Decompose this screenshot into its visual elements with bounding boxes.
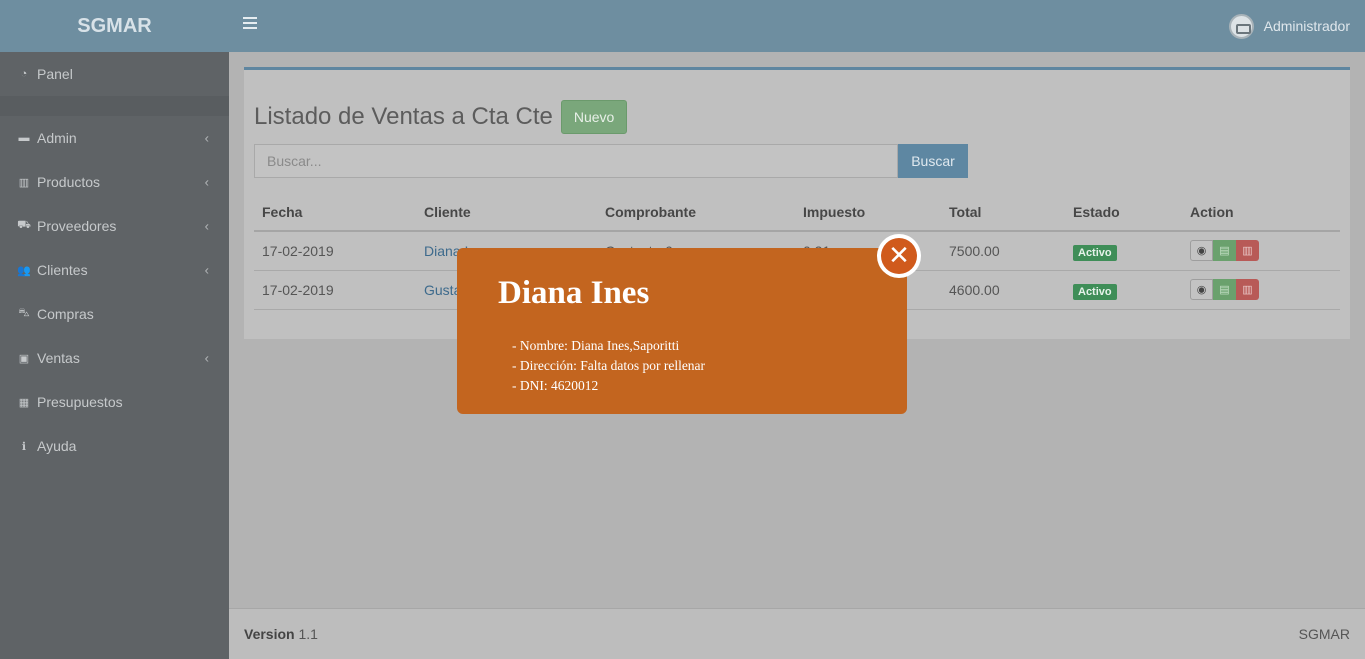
sidebar-item-compras[interactable]: ⛍ Compras	[0, 292, 229, 336]
detail-nombre: - Nombre: Diana Ines,Saporitti	[512, 338, 680, 353]
version-label: Version	[244, 626, 295, 642]
file-pdf-icon: ▤	[1219, 284, 1230, 296]
column-header[interactable]: Comprobante	[597, 194, 795, 232]
page-title: Listado de Ventas a Cta Cte	[254, 103, 553, 130]
delete-button[interactable]: ▥	[1236, 240, 1259, 262]
users-icon: 👥	[17, 264, 31, 277]
sidebar-item-label: Admin	[37, 130, 77, 146]
column-header[interactable]: Fecha	[254, 194, 416, 232]
sidebar-item-label: Panel	[37, 66, 73, 82]
search-button[interactable]: Buscar	[898, 144, 968, 178]
menu-toggle-icon[interactable]	[243, 17, 257, 31]
sidebar: SGMAR ◔ Panel ▬ Admin ‹ ▥ Productos ‹ ⛟ …	[0, 0, 229, 659]
file-pdf-icon: ▤	[1219, 245, 1230, 258]
cell-fecha: 17-02-2019	[254, 231, 416, 271]
cell-fecha: 17-02-2019	[254, 270, 416, 310]
column-header[interactable]: Estado	[1065, 194, 1182, 232]
sidebar-item-presupuestos[interactable]: ▦ Presupuestos	[0, 380, 229, 424]
app-logo[interactable]: SGMAR	[0, 0, 229, 52]
sidebar-item-label: Ventas	[37, 350, 80, 366]
trash-icon: ▥	[1242, 284, 1253, 296]
folder-icon: ▬	[18, 132, 30, 144]
column-header[interactable]: Total	[941, 194, 1065, 232]
column-header[interactable]: Impuesto	[795, 194, 941, 232]
sidebar-item-clientes[interactable]: 👥 Clientes ‹	[0, 248, 229, 292]
pdf-button[interactable]: ▤	[1213, 279, 1236, 300]
status-badge: Activo	[1073, 244, 1117, 261]
trash-icon: ▥	[1242, 245, 1253, 258]
sidebar-item-proveedores[interactable]: ⛟ Proveedores ‹	[0, 204, 229, 248]
version-number: 1.1	[298, 626, 318, 642]
chevron-left-icon: ‹	[204, 218, 209, 234]
row-actions: ◉ ▤ ▥	[1190, 279, 1340, 300]
dashboard-icon: ◔	[20, 68, 28, 80]
chevron-left-icon: ‹	[204, 130, 209, 146]
sidebar-item-ayuda[interactable]: ℹ Ayuda	[0, 424, 229, 468]
user-menu[interactable]: Administrador	[1228, 0, 1350, 52]
sidebar-item-label: Ayuda	[37, 438, 77, 454]
barcode-icon: ▥	[18, 176, 30, 189]
search-input[interactable]: Buscar...	[254, 144, 898, 178]
sidebar-item-admin[interactable]: ▬ Admin ‹	[0, 116, 229, 160]
sidebar-separator	[0, 96, 229, 116]
client-info-modal: ✕ Diana Ines - Nombre: Diana Ines,Sapori…	[457, 234, 921, 414]
delete-button[interactable]: ▥	[1236, 279, 1259, 300]
avatar	[1228, 13, 1254, 39]
chevron-left-icon: ‹	[204, 174, 209, 190]
version-info: Version 1.1	[244, 626, 318, 642]
money-icon: ▣	[18, 352, 30, 365]
sidebar-item-panel[interactable]: ◔ Panel	[0, 52, 229, 96]
view-button[interactable]: ◉	[1190, 240, 1213, 262]
modal-details: - Nombre: Diana Ines,Saporitti - Direcci…	[512, 336, 705, 396]
modal-title: Diana Ines	[498, 275, 650, 311]
cell-total: 4600.00	[941, 270, 1065, 310]
title-row: Listado de Ventas a Cta Cte Nuevo	[254, 100, 628, 134]
sidebar-item-productos[interactable]: ▥ Productos ‹	[0, 160, 229, 204]
info-icon: ℹ	[21, 440, 27, 453]
footer: Version 1.1 SGMAR	[229, 608, 1365, 659]
cell-total: 7500.00	[941, 231, 1065, 271]
cart-icon: ⛍	[18, 307, 30, 319]
eye-icon: ◉	[1196, 284, 1207, 296]
user-name: Administrador	[1263, 18, 1350, 34]
detail-dni: - DNI: 4620012	[512, 378, 599, 393]
sidebar-item-label: Productos	[37, 174, 101, 190]
column-header[interactable]: Cliente	[416, 194, 597, 232]
sidebar-item-label: Compras	[37, 306, 94, 322]
cell-cliente-link[interactable]: Gusta	[424, 282, 461, 298]
pdf-button[interactable]: ▤	[1213, 240, 1236, 262]
calculator-icon: ▦	[18, 396, 30, 409]
view-button[interactable]: ◉	[1190, 279, 1213, 300]
status-badge: Activo	[1073, 283, 1117, 300]
row-actions: ◉ ▤ ▥	[1190, 240, 1340, 262]
chevron-left-icon: ‹	[204, 262, 209, 278]
new-button[interactable]: Nuevo	[560, 100, 628, 134]
table-header-row: Fecha Cliente Comprobante Impuesto Total…	[254, 194, 1340, 232]
column-header: Action	[1182, 194, 1340, 232]
sidebar-item-ventas[interactable]: ▣ Ventas ‹	[0, 336, 229, 380]
detail-direccion: - Dirección: Falta datos por rellenar	[512, 358, 706, 373]
eye-icon: ◉	[1196, 245, 1207, 258]
close-button[interactable]: ✕	[877, 234, 921, 278]
footer-brand: SGMAR	[1298, 626, 1350, 642]
close-icon: ✕	[881, 238, 917, 274]
chevron-left-icon: ‹	[204, 350, 209, 366]
truck-icon: ⛟	[17, 219, 31, 231]
sidebar-item-label: Clientes	[37, 262, 88, 278]
top-navbar: Administrador	[229, 0, 1365, 52]
sidebar-item-label: Proveedores	[37, 218, 117, 234]
sidebar-item-label: Presupuestos	[37, 394, 123, 410]
